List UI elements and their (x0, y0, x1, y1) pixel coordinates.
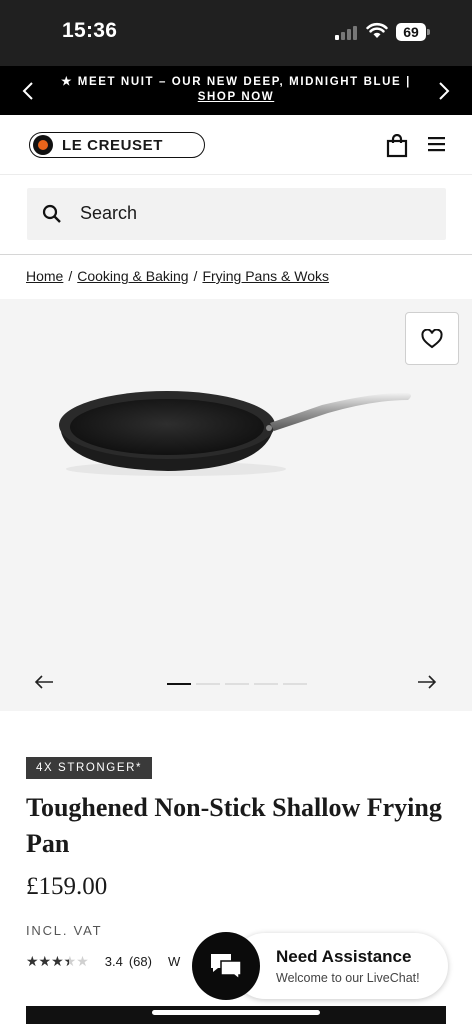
chat-icon (211, 954, 242, 981)
arrow-left-icon[interactable] (34, 674, 54, 690)
livechat-card[interactable]: Need Assistance Welcome to our LiveChat! (232, 933, 448, 999)
gallery-dot[interactable] (196, 683, 220, 685)
add-to-bag-button[interactable] (26, 1006, 446, 1024)
wishlist-button[interactable] (405, 312, 459, 365)
livechat-title: Need Assistance (276, 947, 412, 966)
wifi-icon (366, 22, 388, 38)
status-bar: 15:36 69 (0, 0, 472, 66)
signal-icon (335, 26, 359, 40)
logo-text: LE CREUSET (62, 136, 164, 154)
logo-mark-icon (33, 135, 53, 155)
divider (0, 254, 472, 255)
product-gallery[interactable] (0, 299, 472, 711)
gallery-dot[interactable] (167, 683, 191, 685)
home-indicator (152, 1010, 320, 1015)
rating-extra-text: W (167, 954, 181, 969)
livechat-button[interactable] (192, 932, 260, 1000)
promo-message: ★ MEET NUIT – OUR NEW DEEP, MIDNIGHT BLU… (50, 75, 422, 105)
gallery-pagination (167, 683, 307, 685)
shopping-bag-icon[interactable] (386, 134, 408, 158)
promo-prev-button[interactable] (8, 66, 48, 115)
search-icon (42, 204, 61, 223)
search-placeholder: Search (80, 203, 138, 223)
promo-next-button[interactable] (424, 66, 464, 115)
breadcrumb-separator: / (68, 268, 73, 284)
breadcrumb: Home / Cooking & Baking / Frying Pans & Woks (26, 268, 329, 284)
rating-count: (68) (128, 954, 152, 969)
product-image (59, 391, 411, 476)
star-rating-icon: ★★★★★★★★★★ (26, 953, 89, 969)
chevron-left-icon (22, 81, 33, 100)
product-rating[interactable]: ★★★★★★★★★★ 3.4 (68) W (26, 953, 180, 970)
breadcrumb-separator: / (193, 268, 198, 284)
breadcrumb-home-link[interactable]: Home (26, 268, 63, 284)
promo-shop-now-link[interactable]: SHOP NOW (198, 91, 274, 103)
menu-icon[interactable] (428, 137, 445, 152)
livechat-subtitle: Welcome to our LiveChat! (276, 971, 420, 985)
product-title: Toughened Non-Stick Shallow Frying Pan (26, 793, 442, 858)
product-badge: 4X STRONGER* (26, 757, 153, 779)
search-input[interactable]: Search (27, 188, 446, 240)
heart-icon (421, 328, 443, 348)
battery-icon: 69 (396, 23, 430, 41)
rating-score: 3.4 (104, 954, 123, 969)
breadcrumb-cooking-link[interactable]: Cooking & Baking (77, 268, 188, 284)
battery-level: 69 (396, 23, 426, 41)
gallery-dot[interactable] (283, 683, 307, 685)
status-time: 15:36 (62, 19, 118, 42)
chevron-right-icon (439, 81, 450, 100)
gallery-dot[interactable] (225, 683, 249, 685)
promo-text: ★ MEET NUIT – OUR NEW DEEP, MIDNIGHT BLU… (61, 76, 411, 88)
arrow-right-icon[interactable] (417, 674, 437, 690)
livechat-widget[interactable]: Need Assistance Welcome to our LiveChat! (192, 932, 448, 1000)
promo-banner: ★ MEET NUIT – OUR NEW DEEP, MIDNIGHT BLU… (0, 66, 472, 115)
gallery-dot[interactable] (254, 683, 278, 685)
product-price: £159.00 (26, 873, 108, 900)
brand-logo[interactable]: LE CREUSET (29, 132, 205, 158)
breadcrumb-frying-pans-link[interactable]: Frying Pans & Woks (202, 268, 329, 284)
vat-note: INCL. VAT (26, 923, 103, 938)
